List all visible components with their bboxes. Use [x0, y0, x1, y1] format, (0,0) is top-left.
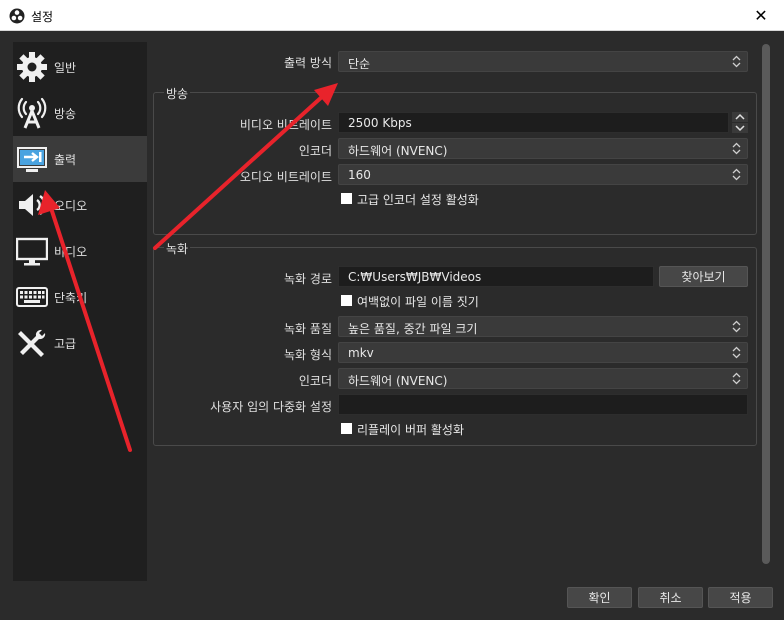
scrollbar-thumb[interactable]: [762, 44, 770, 564]
checkbox-box[interactable]: [341, 193, 352, 204]
recording-format-label: 녹화 형식: [284, 348, 332, 362]
sidebar-item-label: 출력: [54, 153, 77, 167]
sidebar-item-label: 고급: [54, 337, 77, 351]
output-mode-label: 출력 방식: [284, 56, 332, 70]
gear-icon: [17, 52, 47, 82]
replay-buffer-label: 리플레이 버퍼 활성화: [357, 423, 464, 437]
stream-encoder-select[interactable]: 하드웨어 (NVENC): [338, 138, 748, 159]
streaming-group-title: 방송: [164, 85, 191, 102]
stream-encoder-label: 인코더: [298, 144, 332, 158]
sidebar-item-label: 오디오: [54, 199, 88, 213]
chevron-up-down-icon: [732, 320, 741, 333]
sidebar-item-advanced[interactable]: 고급: [13, 320, 147, 366]
recording-format-select[interactable]: mkv: [338, 342, 748, 363]
video-bitrate-stepper[interactable]: [732, 112, 748, 133]
video-bitrate-value: 2500 Kbps: [348, 116, 412, 130]
sidebar-item-label: 단축키: [54, 291, 88, 305]
recording-encoder-select[interactable]: 하드웨어 (NVENC): [338, 368, 748, 389]
video-bitrate-label: 비디오 비트레이트: [239, 118, 332, 132]
audio-bitrate-select[interactable]: 160: [338, 164, 748, 185]
vertical-scrollbar[interactable]: [761, 42, 771, 581]
chevron-up-down-icon: [732, 142, 741, 155]
chevron-up-down-icon: [732, 372, 741, 385]
sidebar-item-label: 방송: [54, 107, 77, 121]
checkbox-box[interactable]: [341, 295, 352, 306]
close-button[interactable]: ✕: [738, 0, 784, 31]
replay-buffer-checkbox[interactable]: 리플레이 버퍼 활성화: [341, 421, 541, 437]
custom-muxer-input[interactable]: [338, 394, 748, 415]
browse-button[interactable]: 찾아보기: [659, 266, 748, 287]
sidebar-item-hotkeys[interactable]: 단축키: [13, 274, 147, 320]
recording-quality-label: 녹화 품질: [284, 322, 332, 336]
stream-encoder-value: 하드웨어 (NVENC): [348, 144, 448, 158]
title-bar: 설정 ✕: [0, 0, 784, 31]
obs-logo-icon: [9, 8, 25, 24]
output-monitor-arrow-icon: [17, 147, 47, 172]
broadcast-tower-icon: [17, 97, 47, 129]
recording-quality-value: 높은 품질, 중간 파일 크기: [348, 322, 478, 336]
chevron-up-down-icon: [732, 55, 741, 68]
chevron-up-down-icon: [732, 346, 741, 359]
recording-path-input[interactable]: C:₩Users₩JB₩Videos: [338, 266, 654, 287]
recording-encoder-value: 하드웨어 (NVENC): [348, 374, 448, 388]
settings-sidebar: 일반 방송 출력 오디오 비디오 단축키 고급: [13, 42, 147, 581]
output-settings-panel: 출력 방식 단순 방송 비디오 비트레이트 2500 Kbps 인코더 하드웨어…: [147, 42, 757, 581]
recording-quality-select[interactable]: 높은 품질, 중간 파일 크기: [338, 316, 748, 337]
sidebar-item-general[interactable]: 일반: [13, 44, 147, 90]
apply-button[interactable]: 적용: [708, 587, 773, 608]
cancel-button[interactable]: 취소: [638, 587, 703, 608]
keyboard-icon: [16, 287, 48, 307]
audio-bitrate-value: 160: [348, 168, 371, 182]
recording-group-title: 녹화: [164, 240, 191, 257]
recording-path-value: C:₩Users₩JB₩Videos: [348, 270, 482, 284]
no-space-filename-checkbox[interactable]: 여백없이 파일 이름 짓기: [341, 293, 541, 309]
sidebar-item-label: 일반: [54, 61, 77, 75]
checkbox-box[interactable]: [341, 423, 352, 434]
advanced-encoder-label: 고급 인코더 설정 활성화: [357, 193, 479, 207]
sidebar-item-stream[interactable]: 방송: [13, 90, 147, 136]
custom-muxer-label: 사용자 임의 다중화 설정: [210, 400, 332, 414]
chevron-up-down-icon: [732, 168, 741, 181]
stepper-arrows-icon: [732, 112, 748, 133]
close-icon: ✕: [754, 6, 768, 25]
speaker-icon: [19, 194, 46, 216]
audio-bitrate-label: 오디오 비트레이트: [239, 170, 332, 184]
recording-path-label: 녹화 경로: [284, 272, 332, 286]
sidebar-item-output[interactable]: 출력: [13, 136, 147, 182]
advanced-encoder-checkbox[interactable]: 고급 인코더 설정 활성화: [341, 191, 541, 207]
sidebar-item-label: 비디오: [54, 245, 88, 259]
output-mode-value: 단순: [348, 57, 371, 71]
tools-icon: [18, 329, 46, 357]
output-mode-select[interactable]: 단순: [338, 51, 748, 72]
sidebar-item-video[interactable]: 비디오: [13, 228, 147, 274]
recording-encoder-label: 인코더: [298, 374, 332, 388]
video-bitrate-spinbox[interactable]: 2500 Kbps: [338, 112, 729, 133]
sidebar-item-audio[interactable]: 오디오: [13, 182, 147, 228]
window-title: 설정: [31, 10, 54, 24]
monitor-icon: [16, 237, 48, 266]
recording-format-value: mkv: [348, 346, 374, 360]
ok-button[interactable]: 확인: [567, 587, 632, 608]
no-space-filename-label: 여백없이 파일 이름 짓기: [357, 295, 479, 309]
